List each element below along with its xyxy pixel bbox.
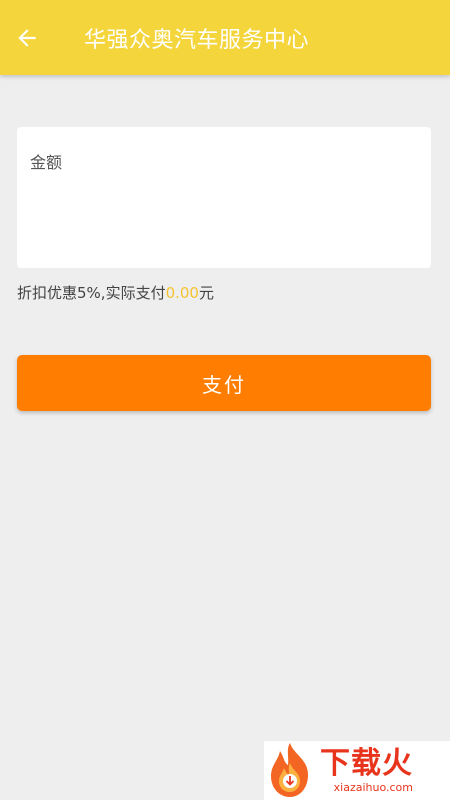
discount-info: 折扣优惠5%,实际支付0.00元 (17, 282, 214, 303)
amount-label: 金额 (30, 153, 63, 172)
discount-amount: 0.00 (165, 284, 199, 302)
watermark-title: 下载火 (320, 745, 413, 781)
pay-button[interactable]: 支付 (17, 355, 431, 411)
arrow-left-icon (18, 28, 36, 47)
page-title: 华强众奥汽车服务中心 (84, 27, 310, 53)
watermark-logo: 下载火 xiazaihuo.com (264, 741, 450, 800)
flame-logo-icon (271, 743, 308, 797)
app-bar: 华强众奥汽车服务中心 (0, 0, 450, 75)
amount-input[interactable] (30, 177, 418, 257)
amount-card: 金额 (17, 127, 431, 268)
watermark-url: xiazaihuo.com (333, 780, 413, 794)
discount-suffix: 元 (198, 284, 214, 302)
back-button[interactable] (0, 0, 54, 75)
discount-prefix: 折扣优惠5%,实际支付 (17, 284, 166, 302)
